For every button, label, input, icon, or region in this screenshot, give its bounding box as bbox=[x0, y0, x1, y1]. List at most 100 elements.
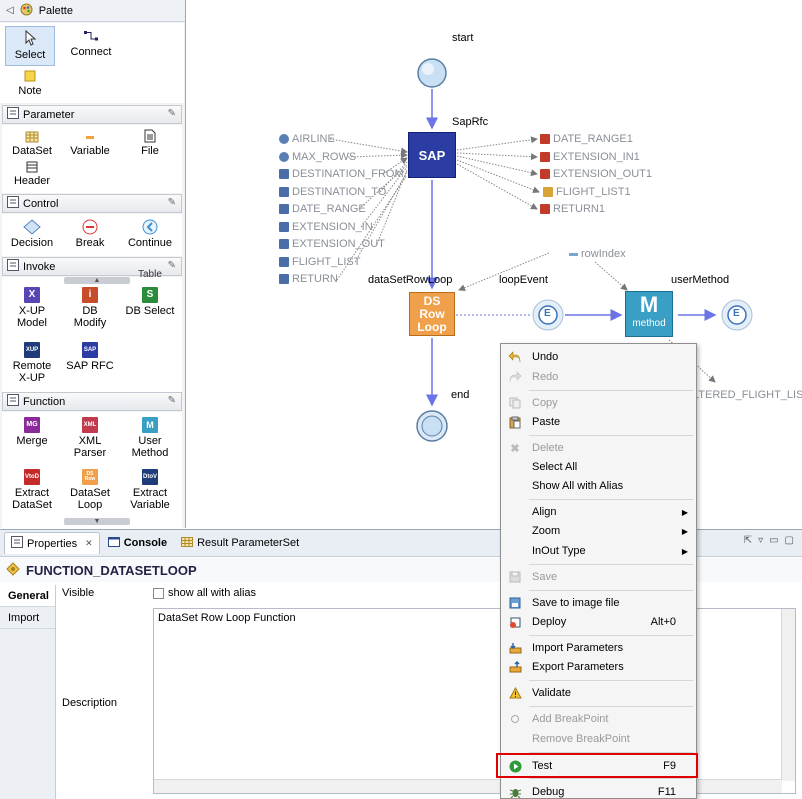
close-icon[interactable]: ✕ bbox=[85, 538, 93, 549]
note-tool[interactable]: Note bbox=[8, 70, 52, 97]
section-parameter-header[interactable]: Parameter ✎ bbox=[2, 105, 182, 124]
menu-item-align[interactable]: Align ▶ bbox=[501, 502, 696, 522]
palette-item-break[interactable]: Break bbox=[60, 219, 120, 249]
test-highlight-box bbox=[496, 753, 698, 778]
palette-item-decision[interactable]: Decision bbox=[2, 219, 62, 249]
scroll-down-button[interactable]: ▼ bbox=[64, 518, 130, 525]
user-method-label: User Method bbox=[131, 435, 169, 459]
tab-console[interactable]: Console bbox=[102, 532, 173, 554]
palette-item-db-modify[interactable]: i DB Modify bbox=[60, 287, 120, 329]
show-alias-checkbox[interactable] bbox=[153, 587, 164, 599]
dataset-row-loop-node[interactable]: DS Row Loop bbox=[409, 292, 455, 336]
extract-dataset-label: Extract DataSet bbox=[12, 487, 52, 511]
vertical-scrollbar[interactable] bbox=[781, 609, 795, 781]
output-flight-list1[interactable]: FLIGHT_LIST1 bbox=[543, 186, 631, 198]
menu-item-deploy[interactable]: Deploy Alt+0 bbox=[501, 612, 696, 632]
end-node[interactable] bbox=[416, 410, 448, 442]
palette-item-extract-variable[interactable]: DtoV Extract Variable bbox=[120, 469, 180, 511]
output-extension-in1[interactable]: EXTENSION_IN1 bbox=[540, 151, 640, 163]
menu-item-save-to-image[interactable]: Save to image file bbox=[501, 593, 696, 613]
palette-item-variable[interactable]: Variable bbox=[60, 131, 120, 157]
menu-item-select-all[interactable]: Select All bbox=[501, 457, 696, 477]
header-label: Header bbox=[13, 175, 51, 187]
menu-item-undo[interactable]: Undo bbox=[501, 347, 696, 367]
palette-header: ◁ Palette bbox=[0, 0, 185, 22]
palette-item-xml-parser[interactable]: XML XML Parser bbox=[60, 417, 120, 459]
menu-item-copy[interactable]: Copy bbox=[501, 393, 696, 413]
palette-item-remote-xup[interactable]: XUP Remote X-UP bbox=[2, 342, 62, 384]
palette-item-sap-rfc[interactable]: SAP SAP RFC bbox=[60, 342, 120, 372]
menu-item-show-all-with-alias[interactable]: Show All with Alias bbox=[501, 476, 696, 496]
palette-item-db-select[interactable]: S DB Select bbox=[120, 287, 180, 317]
menu-item-zoom[interactable]: Zoom ▶ bbox=[501, 521, 696, 541]
chevron-down-icon[interactable]: ▿ bbox=[758, 535, 763, 546]
input-date-range[interactable]: DATE_RANGE bbox=[279, 203, 366, 215]
structure-icon bbox=[279, 169, 289, 179]
palette-item-header[interactable]: Header bbox=[2, 161, 62, 187]
tab-result-parameterset[interactable]: Result ParameterSet bbox=[175, 532, 305, 554]
palette-item-extract-dataset[interactable]: VtoD Extract DataSet bbox=[2, 469, 62, 511]
view-menu-icon[interactable]: ⇱ bbox=[744, 535, 752, 546]
pin-icon[interactable]: ✎ bbox=[168, 197, 176, 208]
start-node[interactable] bbox=[417, 58, 447, 88]
palette-item-merge[interactable]: MG Merge bbox=[2, 417, 62, 447]
section-function-header[interactable]: Function ✎ bbox=[2, 392, 182, 411]
user-method-node[interactable]: M method bbox=[625, 291, 673, 337]
select-tool[interactable]: Select bbox=[5, 26, 55, 66]
input-extension-in[interactable]: EXTENSION_IN bbox=[279, 221, 373, 233]
input-airline[interactable]: AIRLINE bbox=[279, 133, 335, 145]
menu-item-delete[interactable]: ✖ Delete bbox=[501, 438, 696, 458]
menu-item-redo[interactable]: Redo bbox=[501, 367, 696, 387]
row-index-variable[interactable]: rowIndex bbox=[569, 248, 626, 260]
palette-item-dataset[interactable]: DataSet bbox=[2, 131, 62, 157]
palette-item-xup-model[interactable]: X X-UP Model bbox=[2, 287, 62, 329]
menu-item-save[interactable]: Save bbox=[501, 567, 696, 587]
show-alias-checkbox-row[interactable]: show all with alias bbox=[153, 587, 256, 599]
variable-icon bbox=[569, 252, 578, 256]
output-extension-out1[interactable]: EXTENSION_OUT1 bbox=[540, 168, 652, 180]
minimize-icon[interactable]: ▭ bbox=[769, 535, 778, 546]
tab-general[interactable]: General bbox=[0, 585, 55, 607]
connect-tool[interactable]: Connect bbox=[64, 29, 118, 58]
palette-item-user-method[interactable]: M User Method bbox=[120, 417, 180, 459]
tab-properties[interactable]: Properties ✕ bbox=[4, 532, 100, 554]
section-control-header[interactable]: Control ✎ bbox=[2, 194, 182, 213]
pin-icon[interactable]: ✎ bbox=[168, 108, 176, 119]
sap-node-text: SAP bbox=[418, 147, 446, 163]
sap-rfc-node[interactable]: SAP bbox=[408, 132, 456, 178]
palette-item-continue[interactable]: Continue bbox=[120, 219, 180, 249]
input-return[interactable]: RETURN bbox=[279, 273, 338, 285]
input-flight-list[interactable]: FLIGHT_LIST bbox=[279, 256, 360, 268]
description-textarea[interactable]: DataSet Row Loop Function bbox=[153, 608, 796, 794]
palette-item-dataset-loop[interactable]: DS Row DataSet Loop bbox=[60, 469, 120, 511]
output-date-range1[interactable]: DATE_RANGE1 bbox=[540, 133, 633, 145]
section-control-body: Decision Break Continue bbox=[2, 214, 182, 256]
menu-item-add-breakpoint[interactable]: Add BreakPoint bbox=[501, 709, 696, 729]
tab-import[interactable]: Import bbox=[0, 607, 55, 629]
maximize-icon[interactable]: ▢ bbox=[785, 535, 794, 546]
input-extension-out[interactable]: EXTENSION_OUT bbox=[279, 238, 385, 250]
menu-item-inout-type[interactable]: InOut Type ▶ bbox=[501, 541, 696, 561]
structure-icon bbox=[540, 204, 550, 214]
input-max-rows[interactable]: MAX_ROWS bbox=[279, 151, 356, 163]
break-icon bbox=[82, 219, 98, 235]
decision-icon bbox=[23, 219, 41, 235]
menu-item-import-parameters[interactable]: Import Parameters bbox=[501, 638, 696, 658]
pin-icon[interactable]: ✎ bbox=[168, 395, 176, 406]
menu-item-debug[interactable]: Debug F11 bbox=[501, 782, 696, 798]
output-return1[interactable]: RETURN1 bbox=[540, 203, 605, 215]
scroll-up-button[interactable]: ▲ bbox=[64, 277, 130, 284]
menu-item-export-parameters[interactable]: Export Parameters bbox=[501, 657, 696, 677]
output-label: EXTENSION_OUT1 bbox=[553, 168, 653, 180]
menu-item-remove-breakpoint[interactable]: Remove BreakPoint bbox=[501, 729, 696, 749]
diagram-canvas[interactable]: start SapRfc SAP dataSetRowLoop DS Row L… bbox=[187, 0, 802, 528]
pin-icon[interactable]: ✎ bbox=[168, 260, 176, 271]
menu-item-paste[interactable]: Paste bbox=[501, 412, 696, 432]
menu-item-validate[interactable]: Validate bbox=[501, 683, 696, 703]
save-image-label: Save to image file bbox=[532, 597, 620, 609]
input-destination-from[interactable]: DESTINATION_FROM bbox=[279, 168, 404, 180]
collapse-palette-icon[interactable]: ◁ bbox=[6, 5, 14, 16]
paste-icon bbox=[508, 415, 522, 429]
input-destination-to[interactable]: DESTINATION_TO bbox=[279, 186, 386, 198]
palette-item-file[interactable]: File bbox=[120, 129, 180, 157]
